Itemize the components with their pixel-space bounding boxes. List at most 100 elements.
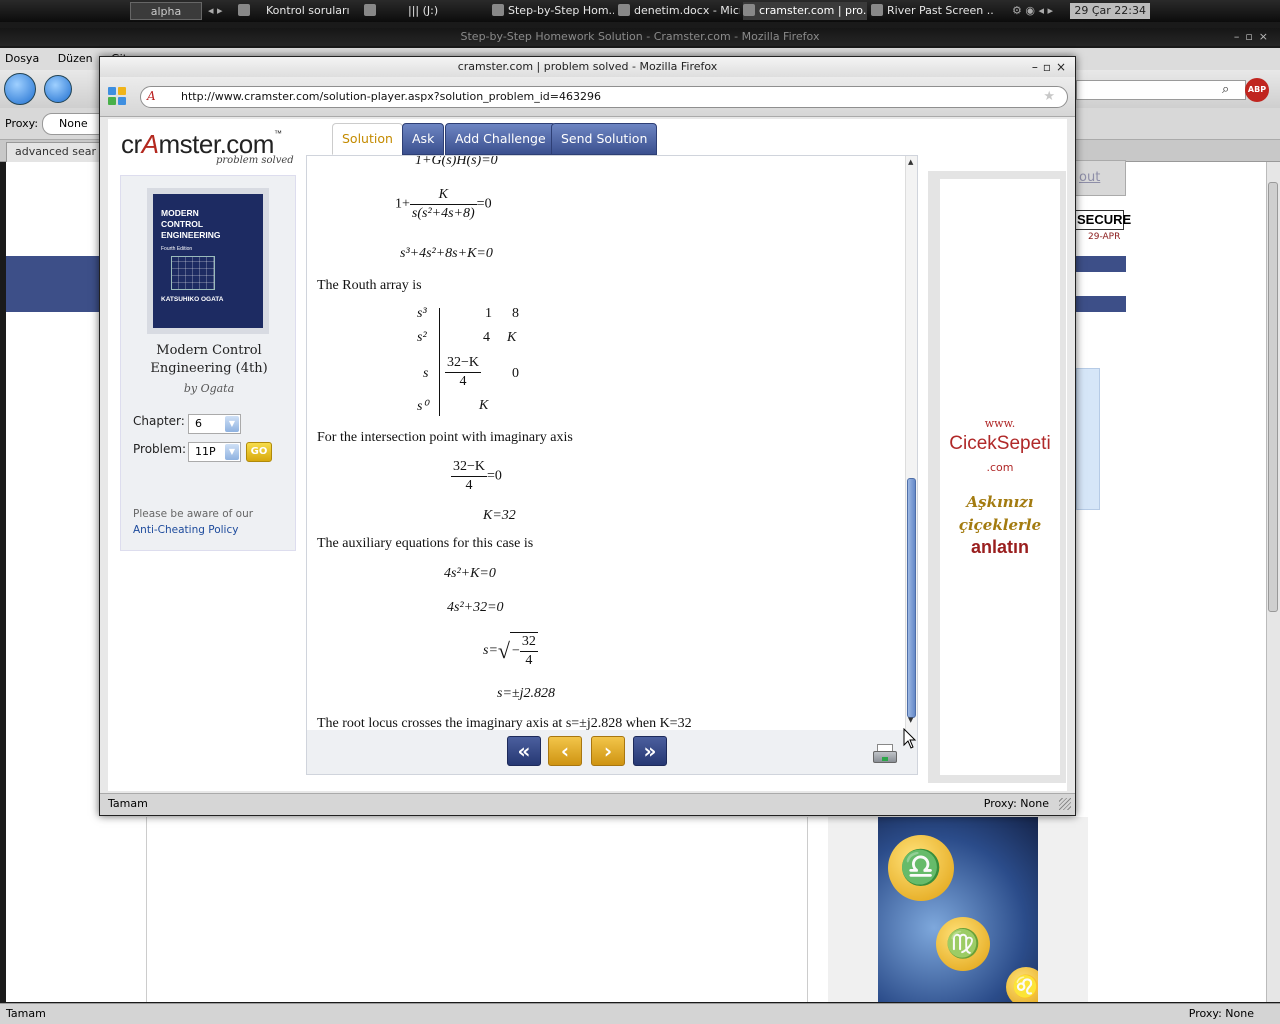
cover-author: KATSUHIKO OGATA xyxy=(161,296,224,303)
first-page-button[interactable]: « xyxy=(507,736,541,766)
bg-search-field[interactable] xyxy=(1076,80,1246,100)
popup-navbar: A http://www.cramster.com/solution-playe… xyxy=(100,77,1075,117)
taskbar-item-kontrol[interactable]: Kontrol soruları xyxy=(238,2,358,20)
eq4-right: =0 xyxy=(487,468,502,484)
libra-icon: ♎ xyxy=(888,835,954,901)
desktop-switcher[interactable]: alpha xyxy=(130,2,202,20)
secure-date: 29-APR xyxy=(1088,232,1121,242)
cover-title: MODERN CONTROL ENGINEERING xyxy=(161,208,221,240)
popup-status-text: Tamam xyxy=(108,797,148,810)
resize-grip-icon[interactable] xyxy=(1059,798,1071,810)
eq1-text: 1+G(s)H(s)=0 xyxy=(415,156,498,168)
solution-content[interactable]: 1+G(s)H(s)=0 1+ Ks(s²+4s+8) =0 s³+4s²+8s+K… xyxy=(307,156,905,730)
go-button[interactable]: GO xyxy=(246,442,272,462)
cover-edition: Fourth Edition xyxy=(161,246,193,252)
tab-solution[interactable]: Solution xyxy=(332,123,403,155)
taskbar-item-riverpast[interactable]: River Past Screen ... xyxy=(871,2,993,20)
sqrt-icon: √ xyxy=(497,638,510,663)
bg-statusbar: Tamam Proxy: None xyxy=(0,1003,1280,1024)
popup-url-bar[interactable]: A http://www.cramster.com/solution-playe… xyxy=(140,86,1068,108)
problem-select[interactable]: 11P ▼ xyxy=(188,442,241,462)
zodiac-ad-image[interactable]: ♎ ♍ ♌ xyxy=(878,817,1038,1002)
eq8-left: s= xyxy=(483,643,498,659)
tray-icons[interactable]: ⚙ ◉ ◂ ▸ xyxy=(1012,2,1074,20)
popup-window-controls-icon[interactable]: –▫× xyxy=(1032,57,1071,77)
next-page-button[interactable]: › xyxy=(591,736,625,766)
forward-icon[interactable] xyxy=(44,75,72,103)
eq2-den: s(s²+4s+8) xyxy=(411,206,475,221)
menu-dosya[interactable]: Dosya xyxy=(5,52,39,65)
taskbar-item-word[interactable]: denetim.docx - Micr... xyxy=(618,2,740,20)
popup-page: crAmster.com™ problem solved MODERN CONT… xyxy=(108,119,1067,791)
site-identity-icon[interactable]: A xyxy=(147,89,165,105)
book-sidebar: MODERN CONTROL ENGINEERING Fourth Editio… xyxy=(120,175,296,551)
scroll-up-icon[interactable]: ▲ xyxy=(908,158,913,166)
eq4-num: 32−K xyxy=(451,458,488,477)
eq9-text: s=±j2.828 xyxy=(497,686,555,701)
virgo-icon: ♍ xyxy=(936,917,990,971)
routh-r1: s² xyxy=(417,330,427,345)
firefox-icon xyxy=(492,4,504,16)
bg-input[interactable] xyxy=(1074,272,1126,296)
eq6-text: 4s²+K=0 xyxy=(444,566,496,581)
previous-page-button[interactable]: ‹ xyxy=(548,736,582,766)
taskbar-item-drive[interactable]: ||| (J:) xyxy=(364,2,474,20)
routh-r3: s⁰ xyxy=(417,399,429,414)
bg-scrollbar-thumb[interactable] xyxy=(1268,182,1278,612)
tab-send-solution[interactable]: Send Solution xyxy=(551,123,658,155)
routh-c1-3: K xyxy=(479,398,488,414)
eq-aux-2: 4s²+32=0 xyxy=(447,600,504,616)
chevron-down-icon: ▼ xyxy=(225,416,239,432)
last-page-button[interactable]: » xyxy=(633,736,667,766)
back-icon[interactable] xyxy=(4,73,36,105)
bookmark-star-icon[interactable]: ★ xyxy=(1043,89,1055,104)
taskbar-item-step[interactable]: Step-by-Step Hom... xyxy=(492,2,614,20)
bg-tab-advanced-search[interactable]: advanced sear xyxy=(6,142,106,162)
eq8-sign: − xyxy=(511,643,520,659)
popup-status-proxy: Proxy: None xyxy=(983,797,1049,810)
routh-c2-k: K xyxy=(507,330,517,345)
folder-icon xyxy=(238,4,250,16)
desktop-arrows-icon[interactable]: ◂ ▸ xyxy=(208,2,238,20)
routh-row-label-0: s³ xyxy=(417,306,427,322)
solution-scrollbar-thumb[interactable] xyxy=(907,478,916,718)
tab-ask[interactable]: Ask xyxy=(402,123,445,155)
popup-url-text[interactable]: http://www.cramster.com/solution-player.… xyxy=(181,90,601,103)
ciceksepeti-ad[interactable]: www. CicekSepeti .com Aşkınızı çiçeklerl… xyxy=(940,179,1060,775)
problem-value: 11P xyxy=(195,445,216,458)
taskbar-item-cramster[interactable]: cramster.com | pro... xyxy=(743,2,867,20)
problem-label: Problem: xyxy=(133,442,187,456)
clock[interactable]: 29 Çar 22:34 xyxy=(1070,3,1150,19)
apps-grid-icon[interactable] xyxy=(108,87,128,107)
routh-c1-1: 4 xyxy=(483,330,490,345)
recorder-icon xyxy=(871,4,883,16)
routh-c1-0: 1 xyxy=(485,306,492,321)
intersection-text: For the intersection point with imaginar… xyxy=(317,430,573,445)
book-author: by Ogata xyxy=(183,382,235,395)
routh-r0: s³ xyxy=(417,306,427,321)
logo-text-a: A xyxy=(141,129,159,159)
ad-www: www. xyxy=(984,417,1016,430)
routh-frac-den: 4 xyxy=(459,374,467,389)
eq8-num: 32 xyxy=(519,633,538,652)
window-controls-icon[interactable]: –▫× xyxy=(1234,28,1274,46)
bg-info-box xyxy=(1076,368,1100,510)
book-title: Modern Control Engineering (4th) xyxy=(150,343,268,376)
menu-duzen[interactable]: Düzen xyxy=(58,52,93,65)
search-icon[interactable]: ⌕ xyxy=(1222,82,1229,97)
anti-cheating-policy-link[interactable]: Anti-Cheating Policy xyxy=(133,524,238,536)
chapter-select[interactable]: 6 ▼ xyxy=(188,414,241,434)
eq2-fraction: Ks(s²+4s+8) xyxy=(409,186,477,223)
tab-add-challenge[interactable]: Add Challenge xyxy=(445,123,556,155)
scroll-down-icon[interactable]: ▼ xyxy=(908,716,913,724)
routh-frac-num: 32−K xyxy=(445,354,482,373)
logout-link[interactable]: out xyxy=(1074,160,1126,196)
adblock-icon[interactable]: ABP xyxy=(1245,78,1269,102)
book-cover[interactable]: MODERN CONTROL ENGINEERING Fourth Editio… xyxy=(147,188,269,334)
routh-r2: s xyxy=(423,366,429,381)
popup-statusbar: Tamam Proxy: None xyxy=(100,793,1075,815)
printer-icon[interactable] xyxy=(873,744,897,768)
routh-row-label-3: s⁰ xyxy=(417,398,428,415)
eq-open-loop: 1+ Ks(s²+4s+8) =0 xyxy=(395,186,492,223)
eq-polynomial: s³+4s²+8s+K=0 xyxy=(400,246,493,262)
